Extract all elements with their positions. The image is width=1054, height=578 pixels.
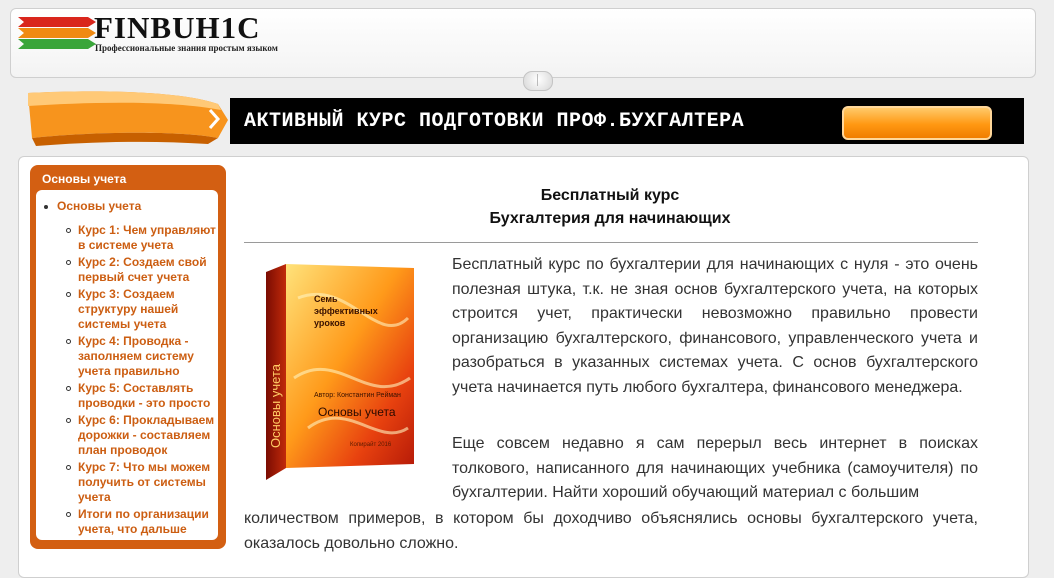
logo-stripes-icon[interactable] [16,13,96,53]
article-title-line2: Бухгалтерия для начинающих [489,210,731,227]
title-divider [244,242,978,243]
logo-subtitle: Профессиональные знания простым языком [95,43,278,53]
banner-cta-button[interactable] [842,106,992,140]
cover-title: Основы учета [318,405,396,419]
cover-footer: Копирайт 2016 [350,441,392,448]
article-paragraph-2-continued: количеством примеров, в котором бы доход… [244,510,978,552]
cover-line-3: уроков [314,318,346,328]
cover-author: Автор: Константин Рейман [314,391,401,399]
sidebar-title: Основы учета [42,172,127,186]
sidebar-item-course-3[interactable]: Курс 3: Создаем структуру нашей системы … [66,287,218,332]
cover-line-2: эффективных [314,306,378,316]
article-title-line1: Бесплатный курс [540,187,680,204]
spine-title: Основы учета [268,363,283,448]
cover-line-1: Семь [314,294,338,304]
sidebar-item-course-4[interactable]: Курс 4: Проводка - заполняем систему уче… [66,334,218,379]
collapse-handle-icon[interactable] [523,71,553,91]
sidebar-item-course-5[interactable]: Курс 5: Составлять проводки - это просто [66,381,218,411]
sidebar-item-summary[interactable]: Итоги по организации учета, что дальше [66,507,218,537]
banner-text[interactable]: АКТИВНЫЙ КУРС ПОДГОТОВКИ ПРОФ.БУХГАЛТЕРА [244,110,744,133]
sidebar-item-course-7[interactable]: Курс 7: Что мы можем получить от системы… [66,460,218,505]
article-paragraph-1: Бесплатный курс по бухгалтерии для начин… [452,256,978,396]
sidebar-root-label[interactable]: Основы учета [57,199,141,213]
book-cover-image[interactable]: Семь эффективных уроков Автор: Константи… [258,258,428,488]
article-title: Бесплатный курс Бухгалтерия для начинающ… [242,184,978,230]
sidebar-root-link[interactable]: Основы учета [44,199,141,213]
sidebar-item-course-1[interactable]: Курс 1: Чем управляют в системе учета [66,223,218,253]
sidebar-item-course-6[interactable]: Курс 6: Прокладываем дорожки - составляе… [66,413,218,458]
logo-title[interactable]: FINBUH1C [94,10,260,46]
sidebar-item-course-2[interactable]: Курс 2: Создаем свой первый счет учета [66,255,218,285]
course-list: Курс 1: Чем управляют в системе учета Ку… [66,223,218,539]
article-paragraph-2: Еще совсем недавно я сам перерыл весь ин… [452,435,978,501]
